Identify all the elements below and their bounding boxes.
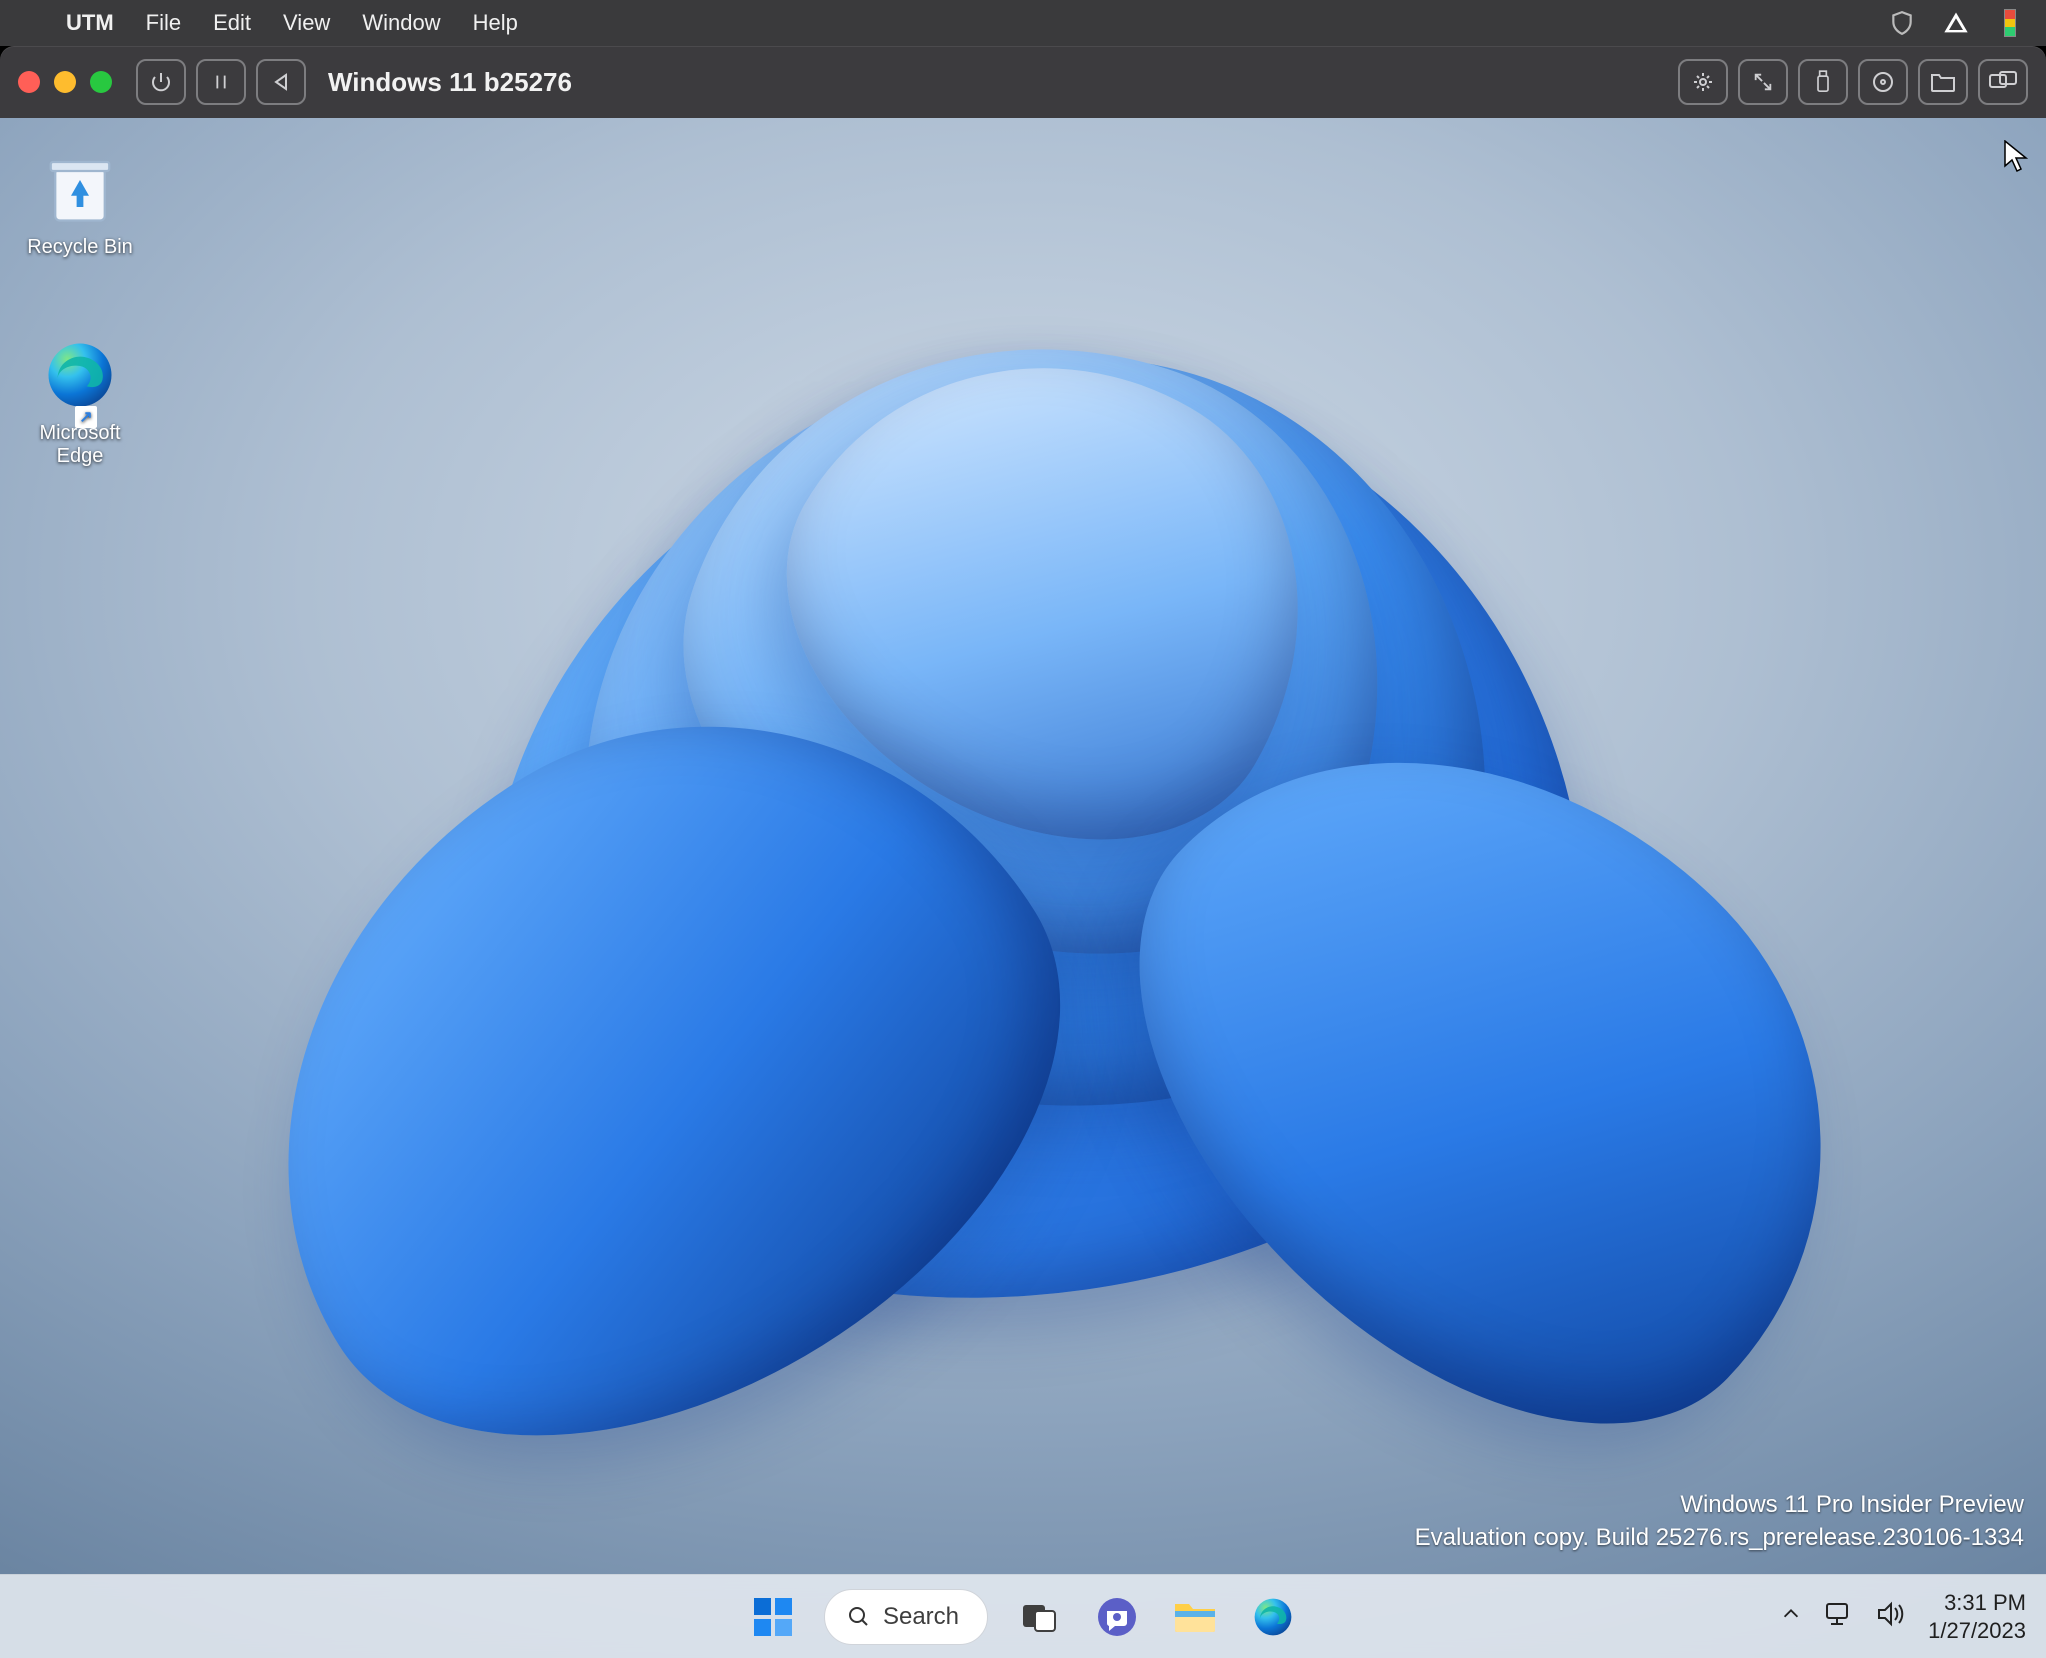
menu-help[interactable]: Help [457,10,534,36]
tray-time: 3:31 PM [1928,1589,2026,1617]
edge-icon [1252,1596,1294,1638]
tray-clock[interactable]: 3:31 PM 1/27/2023 [1928,1589,2026,1644]
chevron-up-icon [1780,1603,1802,1625]
pause-button[interactable] [196,59,246,105]
search-icon [847,1605,871,1629]
desktop-icon-microsoft-edge[interactable]: ↗ Microsoft Edge [10,336,150,468]
menu-edit[interactable]: Edit [197,10,267,36]
shortcut-badge-icon: ↗ [75,406,97,428]
menu-file[interactable]: File [130,10,197,36]
task-view-icon [1019,1597,1059,1637]
usb-button[interactable] [1798,59,1848,105]
watermark-line1: Windows 11 Pro Insider Preview [1415,1489,2024,1521]
battery-icon[interactable] [1992,5,2028,41]
drive-icon[interactable] [1938,5,1974,41]
fullscreen-button[interactable] [1738,59,1788,105]
shared-folder-button[interactable] [1918,59,1968,105]
edge-icon: ↗ [41,336,119,414]
task-view-button[interactable] [1012,1590,1066,1644]
taskbar-center: Search [746,1589,1300,1645]
app-menu-utm[interactable]: UTM [50,10,130,36]
menu-window[interactable]: Window [346,10,456,36]
shield-icon[interactable] [1884,5,1920,41]
sound-icon [1876,1601,1906,1627]
file-explorer-icon [1173,1598,1217,1636]
power-button[interactable] [136,59,186,105]
desktop-icon-label: Microsoft Edge [10,422,150,468]
tray-date: 1/27/2023 [1928,1617,2026,1645]
taskbar-search-label: Search [883,1603,959,1631]
displays-button[interactable] [1978,59,2028,105]
window-title: Windows 11 b25276 [328,67,572,98]
start-button[interactable] [746,1590,800,1644]
tray-sound[interactable] [1876,1601,1906,1633]
mac-menubar: UTM File Edit View Window Help [0,0,2046,46]
windows-desktop[interactable]: Recycle Bin ↗ Microsoft Edge Windo [0,118,2046,1658]
taskbar-tray: 3:31 PM 1/27/2023 [1780,1575,2026,1658]
watermark-line2: Evaluation copy. Build 25276.rs_prerelea… [1415,1522,2024,1554]
windows-taskbar: Search [0,1574,2046,1658]
chat-button[interactable] [1090,1590,1144,1644]
cursor-icon [2004,140,2028,174]
desktop-icon-label: Recycle Bin [10,236,150,259]
zoom-window-button[interactable] [90,71,112,93]
windows-watermark: Windows 11 Pro Insider Preview Evaluatio… [1415,1489,2024,1554]
chat-icon [1096,1596,1138,1638]
disc-button[interactable] [1858,59,1908,105]
utm-titlebar: Windows 11 b25276 [0,46,2046,118]
capture-button[interactable] [1678,59,1728,105]
restart-button[interactable] [256,59,306,105]
tray-network[interactable] [1824,1601,1854,1633]
desktop-icon-recycle-bin[interactable]: Recycle Bin [10,150,150,259]
edge-button[interactable] [1246,1590,1300,1644]
close-window-button[interactable] [18,71,40,93]
start-icon [752,1596,794,1638]
file-explorer-button[interactable] [1168,1590,1222,1644]
tray-chevron-up[interactable] [1780,1603,1802,1631]
recycle-bin-icon [41,150,119,228]
menu-view[interactable]: View [267,10,346,36]
wallpaper-bloom [173,234,1873,1634]
taskbar-search[interactable]: Search [824,1589,988,1645]
network-icon [1824,1601,1854,1627]
minimize-window-button[interactable] [54,71,76,93]
